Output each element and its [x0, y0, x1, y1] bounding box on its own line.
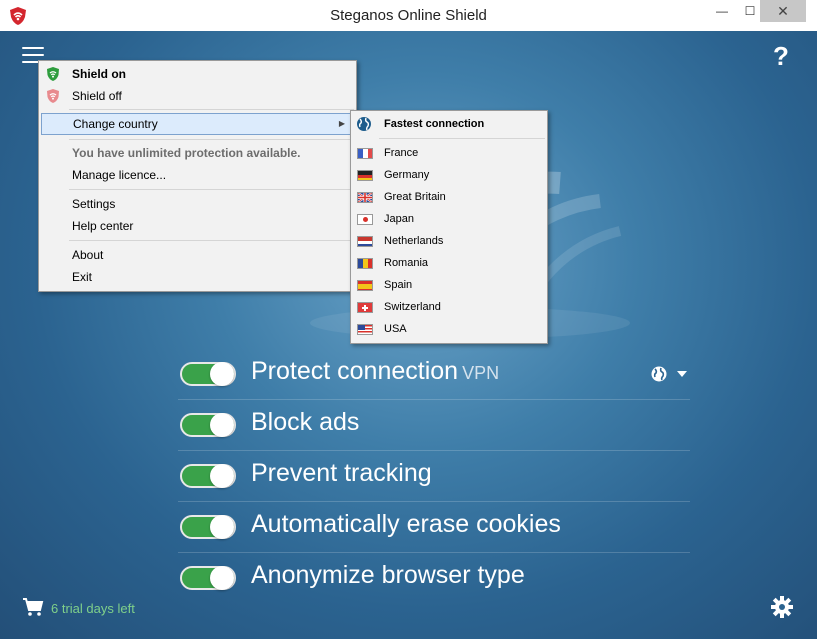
menu-item-change-country[interactable]: Change country ▶	[41, 113, 352, 135]
erase-cookies-toggle[interactable]	[180, 515, 236, 539]
country-item-usa[interactable]: USA	[351, 318, 547, 340]
menu-item-settings[interactable]: Settings	[39, 193, 356, 215]
toggle-label: Prevent tracking	[251, 459, 432, 487]
country-item-germany[interactable]: Germany	[351, 164, 547, 186]
country-label: Switzerland	[384, 301, 441, 313]
country-submenu: Fastest connection France Germany Great …	[350, 110, 548, 344]
minimize-button[interactable]: —	[708, 0, 736, 22]
vpn-suffix: VPN	[462, 363, 500, 383]
switzerland-flag-icon	[357, 302, 373, 313]
country-label: France	[384, 147, 419, 159]
menu-label: Manage licence...	[72, 168, 167, 182]
country-item-japan[interactable]: Japan	[351, 208, 547, 230]
menu-item-about[interactable]: About	[39, 244, 356, 266]
menu-label: About	[72, 248, 104, 262]
globe-icon	[651, 366, 667, 382]
country-item-spain[interactable]: Spain	[351, 274, 547, 296]
menu-label: Shield on	[72, 67, 126, 81]
help-icon[interactable]: ?	[773, 41, 789, 72]
country-label: Netherlands	[384, 235, 444, 247]
country-select[interactable]	[650, 365, 688, 383]
menu-label: Shield off	[72, 89, 122, 103]
country-label: Fastest connection	[384, 118, 485, 130]
menu-label: You have unlimited protection available.	[72, 146, 301, 160]
menu-separator	[69, 109, 354, 110]
menu-separator	[379, 138, 545, 139]
menu-item-exit[interactable]: Exit	[39, 266, 356, 288]
toggle-row-anonymize-browser: Anonymize browser type	[178, 553, 690, 603]
protect-connection-toggle[interactable]	[180, 362, 236, 386]
menu-separator	[69, 189, 354, 190]
menu-label: Settings	[72, 197, 116, 211]
toggle-label: Anonymize browser type	[251, 561, 525, 589]
menu-separator	[69, 240, 354, 241]
menu-separator	[69, 139, 354, 140]
toggle-label: Block ads	[251, 408, 360, 436]
country-item-switzerland[interactable]: Switzerland	[351, 296, 547, 318]
toggle-label: Automatically erase cookies	[251, 510, 561, 538]
toggle-row-erase-cookies: Automatically erase cookies	[178, 502, 690, 553]
shield-on-icon	[47, 67, 59, 81]
country-item-great-britain[interactable]: Great Britain	[351, 186, 547, 208]
country-item-netherlands[interactable]: Netherlands	[351, 230, 547, 252]
romania-flag-icon	[357, 258, 373, 269]
country-label: Germany	[384, 169, 430, 181]
window-title: Steganos Online Shield	[330, 7, 487, 24]
submenu-arrow-icon: ▶	[338, 119, 345, 128]
cart-icon[interactable]	[22, 597, 44, 617]
chevron-down-icon	[676, 371, 687, 378]
country-item-fastest[interactable]: Fastest connection	[351, 113, 547, 135]
menu-item-manage-licence[interactable]: Manage licence...	[39, 164, 356, 186]
menu-label: Exit	[72, 270, 93, 284]
country-label: Spain	[384, 279, 413, 291]
feature-toggle-list: Protect connection VPN Block ads Prevent …	[178, 349, 690, 603]
prevent-tracking-toggle[interactable]	[180, 464, 236, 488]
country-label: USA	[384, 323, 407, 335]
anonymize-browser-toggle[interactable]	[180, 566, 236, 590]
country-label: Great Britain	[384, 191, 446, 203]
japan-flag-icon	[357, 214, 373, 225]
country-label: Japan	[384, 213, 414, 225]
shield-off-icon	[47, 89, 59, 103]
toggle-row-protect-connection: Protect connection VPN	[178, 349, 690, 400]
country-item-france[interactable]: France	[351, 142, 547, 164]
close-button[interactable]: ✕	[760, 0, 806, 22]
title-bar: Steganos Online Shield — ☐ ✕	[0, 0, 817, 31]
toggle-label: Protect connection VPN	[251, 357, 500, 385]
usa-flag-icon	[357, 324, 373, 335]
country-item-romania[interactable]: Romania	[351, 252, 547, 274]
menu-item-shield-off[interactable]: Shield off	[39, 85, 356, 107]
france-flag-icon	[357, 148, 373, 159]
menu-item-unlimited-protection: You have unlimited protection available.	[39, 142, 356, 164]
menu-label: Help center	[72, 219, 134, 233]
menu-item-help-center[interactable]: Help center	[39, 215, 356, 237]
spain-flag-icon	[357, 280, 373, 291]
gear-icon[interactable]	[770, 595, 794, 619]
germany-flag-icon	[357, 170, 373, 181]
netherlands-flag-icon	[357, 236, 373, 247]
globe-icon	[357, 117, 371, 131]
main-context-menu: Shield on Shield off Change country ▶ Yo…	[38, 60, 357, 292]
toggle-row-block-ads: Block ads	[178, 400, 690, 451]
toggle-row-prevent-tracking: Prevent tracking	[178, 451, 690, 502]
great-britain-flag-icon	[357, 192, 373, 203]
menu-item-shield-on[interactable]: Shield on	[39, 63, 356, 85]
block-ads-toggle[interactable]	[180, 413, 236, 437]
trial-days-link[interactable]: 6 trial days left	[51, 601, 135, 616]
menu-label: Change country	[73, 117, 158, 131]
country-label: Romania	[384, 257, 429, 269]
